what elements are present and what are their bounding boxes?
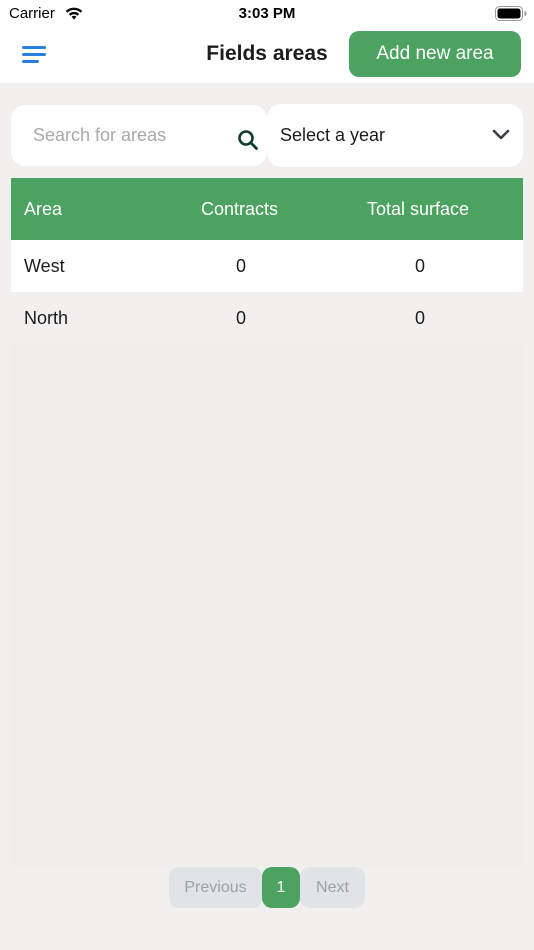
search-icon[interactable] bbox=[237, 129, 259, 151]
battery-icon bbox=[495, 6, 527, 21]
search-box bbox=[11, 105, 267, 166]
status-time: 3:03 PM bbox=[238, 5, 296, 22]
areas-table: Area Contracts Total surface West 0 0 No… bbox=[11, 178, 523, 866]
hamburger-menu-icon[interactable] bbox=[18, 42, 50, 68]
year-select-label: Select a year bbox=[280, 125, 386, 145]
next-page-button[interactable]: Next bbox=[300, 867, 365, 908]
chevron-down-icon[interactable] bbox=[491, 128, 511, 142]
year-select[interactable]: Select a year bbox=[267, 104, 523, 167]
status-bar: Carrier 3:03 PM bbox=[0, 0, 534, 28]
cell-total-surface: 0 bbox=[415, 256, 426, 276]
table-row[interactable]: North 0 0 bbox=[11, 292, 523, 344]
table-header: Area Contracts Total surface bbox=[11, 178, 523, 240]
previous-page-button[interactable]: Previous bbox=[169, 867, 262, 908]
column-header-total-surface[interactable]: Total surface bbox=[367, 199, 469, 220]
column-header-contracts[interactable]: Contracts bbox=[201, 199, 278, 220]
table-row[interactable]: West 0 0 bbox=[11, 240, 523, 292]
add-new-area-button[interactable]: Add new area bbox=[349, 31, 521, 77]
cell-area: West bbox=[24, 256, 65, 276]
cell-contracts: 0 bbox=[236, 256, 247, 276]
cell-contracts: 0 bbox=[236, 308, 247, 328]
cell-total-surface: 0 bbox=[415, 308, 426, 328]
page-title: Fields areas bbox=[206, 42, 328, 65]
search-input[interactable] bbox=[33, 105, 223, 166]
column-header-area[interactable]: Area bbox=[24, 199, 62, 220]
cell-area: North bbox=[24, 308, 69, 328]
page-number-button[interactable]: 1 bbox=[262, 867, 300, 908]
app-header: Fields areas Add new area bbox=[0, 28, 534, 83]
